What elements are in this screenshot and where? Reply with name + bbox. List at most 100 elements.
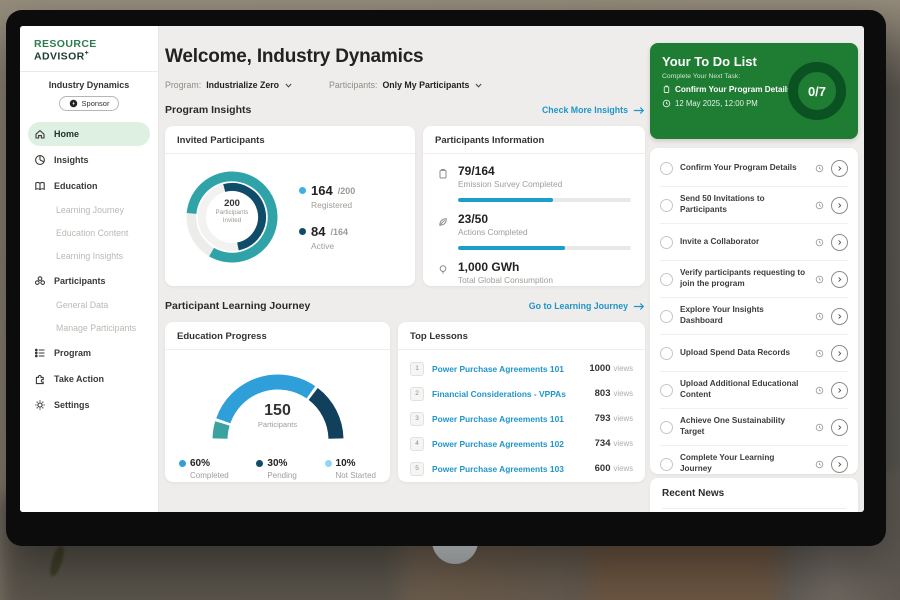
task-open-button[interactable] xyxy=(831,234,848,251)
go-to-learning-journey-link[interactable]: Go to Learning Journey xyxy=(529,301,645,311)
emission-progress-bar xyxy=(458,198,631,202)
sidebar-item-settings[interactable]: Settings xyxy=(28,393,150,417)
lesson-row: 3 Power Purchase Agreements 101 793views xyxy=(410,406,633,431)
monitor-bezel: RESOURCE ADVISOR+ Industry Dynamics Spon… xyxy=(6,10,886,546)
clock-icon xyxy=(815,201,824,210)
stat-actions: 23/50Actions Completed xyxy=(437,212,631,237)
lesson-link[interactable]: Power Purchase Agreements 103 xyxy=(432,464,587,474)
dashboard-screen: RESOURCE ADVISOR+ Industry Dynamics Spon… xyxy=(20,26,864,512)
sidebar-item-take-action[interactable]: Take Action xyxy=(28,367,150,391)
legend-dot xyxy=(299,228,306,235)
legend-dot xyxy=(256,460,263,467)
task-checkbox[interactable] xyxy=(660,421,673,434)
home-icon xyxy=(34,128,46,140)
stat-emission-survey: 79/164Emission Survey Completed xyxy=(437,164,631,189)
task-checkbox[interactable] xyxy=(660,162,673,175)
arrow-right-icon xyxy=(633,302,645,311)
task-row: Upload Spend Data Records xyxy=(660,335,848,372)
sidebar-item-insights[interactable]: Insights xyxy=(28,148,150,172)
sponsor-icon xyxy=(69,99,78,108)
sidebar-item-general-data[interactable]: General Data xyxy=(28,294,150,317)
program-insights-header: Program Insights Check More Insights xyxy=(165,104,645,116)
clipboard-icon xyxy=(437,168,449,180)
task-checkbox[interactable] xyxy=(660,347,673,360)
legend-dot xyxy=(325,460,332,467)
clock-icon xyxy=(662,99,671,108)
task-checkbox[interactable] xyxy=(660,273,673,286)
task-open-button[interactable] xyxy=(831,382,848,399)
clock-icon xyxy=(815,386,824,395)
sidebar-item-manage-participants[interactable]: Manage Participants xyxy=(28,317,150,340)
legend-completed: 60% Completed xyxy=(179,458,229,480)
actions-progress-bar xyxy=(458,246,631,250)
lesson-link[interactable]: Power Purchase Agreements 101 xyxy=(432,414,587,424)
page-title: Welcome, Industry Dynamics xyxy=(165,46,423,68)
sidebar-item-home[interactable]: Home xyxy=(28,122,150,146)
task-row: Upload Additional Educational Content xyxy=(660,372,848,409)
invited-participants-card: Invited Participants 200 xyxy=(165,126,415,286)
legend-dot xyxy=(179,460,186,467)
lesson-link[interactable]: Financial Considerations - VPPAs xyxy=(432,389,587,399)
clock-icon xyxy=(815,275,824,284)
clock-icon xyxy=(815,423,824,432)
top-lessons-card: Top Lessons 1 Power Purchase Agreements … xyxy=(398,322,645,482)
task-open-button[interactable] xyxy=(831,160,848,177)
sidebar-item-education[interactable]: Education xyxy=(28,174,150,198)
todo-progress-ring: 0/7 xyxy=(786,60,848,122)
arrow-right-icon xyxy=(633,106,645,115)
divider xyxy=(662,508,846,509)
task-open-button[interactable] xyxy=(831,271,848,288)
program-dropdown[interactable]: Program: Industrialize Zero xyxy=(165,80,293,90)
lesson-row: 2 Financial Considerations - VPPAs 803vi… xyxy=(410,381,633,406)
sidebar-item-participants[interactable]: Participants xyxy=(28,269,150,293)
sidebar-item-education-content[interactable]: Education Content xyxy=(28,222,150,245)
gauge-legend: 60% Completed 30% Pending 10% Not Starte… xyxy=(165,450,390,480)
insights-icon xyxy=(34,154,46,166)
task-checkbox[interactable] xyxy=(660,236,673,249)
leaf-icon xyxy=(437,216,449,228)
participants-dropdown[interactable]: Participants: Only My Participants xyxy=(329,80,483,90)
divider xyxy=(20,71,158,72)
donut-legend: 164/200 Registered 84/164 Active xyxy=(299,183,355,251)
sidebar-item-learning-insights[interactable]: Learning Insights xyxy=(28,245,150,268)
recent-news-card: Recent News xyxy=(650,478,858,512)
task-open-button[interactable] xyxy=(831,308,848,325)
clock-icon xyxy=(815,238,824,247)
sidebar-nav: Home Insights Education Learning Journey… xyxy=(20,121,158,418)
task-open-button[interactable] xyxy=(831,345,848,362)
task-checkbox[interactable] xyxy=(660,199,673,212)
legend-registered: 164/200 Registered xyxy=(299,183,355,210)
task-open-button[interactable] xyxy=(831,419,848,436)
check-more-insights-link[interactable]: Check More Insights xyxy=(542,105,645,115)
task-checkbox[interactable] xyxy=(660,384,673,397)
lesson-link[interactable]: Power Purchase Agreements 101 xyxy=(432,364,581,374)
task-row: Send 50 Invitations to Participants xyxy=(660,187,848,224)
clipboard-icon xyxy=(662,85,671,94)
task-open-button[interactable] xyxy=(831,456,848,473)
gear-icon xyxy=(34,399,46,411)
rank-badge: 4 xyxy=(410,437,424,451)
sidebar-item-program[interactable]: Program xyxy=(28,341,150,365)
puzzle-icon xyxy=(34,373,46,385)
task-checkbox[interactable] xyxy=(660,458,673,471)
filters: Program: Industrialize Zero Participants… xyxy=(165,80,483,90)
legend-pending: 30% Pending xyxy=(256,458,296,480)
invited-donut-chart xyxy=(179,164,285,270)
rank-badge: 2 xyxy=(410,387,424,401)
todo-tasks-card: Confirm Your Program Details Send 50 Inv… xyxy=(650,148,858,474)
lesson-link[interactable]: Power Purchase Agreements 102 xyxy=(432,439,587,449)
clock-icon xyxy=(815,460,824,469)
clock-icon xyxy=(815,349,824,358)
participants-icon xyxy=(34,275,46,287)
sidebar: RESOURCE ADVISOR+ Industry Dynamics Spon… xyxy=(20,26,159,512)
sidebar-item-learning-journey[interactable]: Learning Journey xyxy=(28,199,150,222)
stat-consumption: 1,000 GWhTotal Global Consumption xyxy=(437,260,631,285)
task-open-button[interactable] xyxy=(831,197,848,214)
main-content: Welcome, Industry Dynamics Program: Indu… xyxy=(165,26,645,512)
clock-icon xyxy=(815,164,824,173)
task-row: Verify participants requesting to join t… xyxy=(660,261,848,298)
task-checkbox[interactable] xyxy=(660,310,673,323)
rank-badge: 1 xyxy=(410,362,424,376)
learning-journey-header: Participant Learning Journey Go to Learn… xyxy=(165,300,645,312)
task-row: Invite a Collaborator xyxy=(660,224,848,261)
